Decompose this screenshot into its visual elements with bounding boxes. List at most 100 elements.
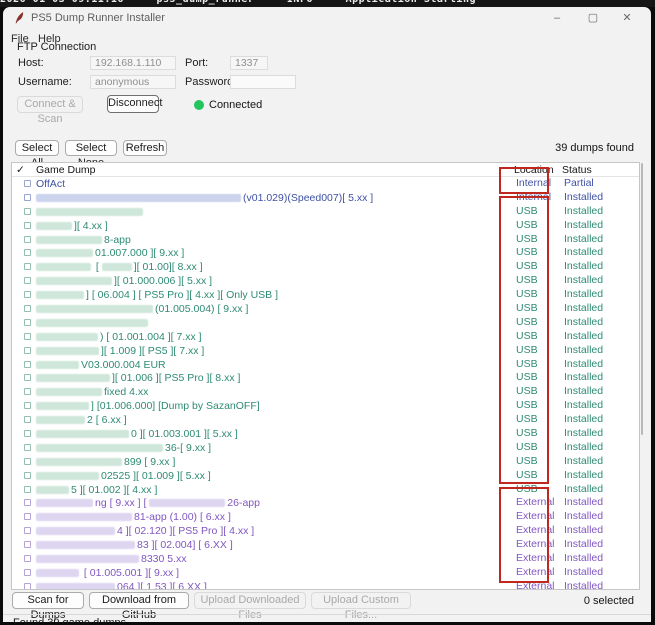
refresh-button[interactable]: Refresh xyxy=(123,140,167,156)
row-checkbox[interactable] xyxy=(24,222,31,229)
row-checkbox[interactable] xyxy=(24,555,31,562)
menu-bar: File Help xyxy=(3,30,651,50)
table-scrollbar[interactable] xyxy=(641,163,643,435)
game-dump-name-text: ][ 01.006 ][ PS5 Pro ][ 8.xx ] xyxy=(112,372,240,384)
redacted-name-blur xyxy=(36,236,102,244)
game-dump-name: 5 ][ 01.002 ][ 4.xx ] xyxy=(36,483,157,497)
row-checkbox[interactable] xyxy=(24,333,31,340)
status-cell: Installed xyxy=(564,302,603,316)
status-cell: Installed xyxy=(564,260,603,274)
game-dump-name: ) [ 01.001.004 ][ 7.xx ] xyxy=(36,330,202,344)
row-checkbox[interactable] xyxy=(24,499,31,506)
row-checkbox[interactable] xyxy=(24,361,31,368)
row-checkbox[interactable] xyxy=(24,374,31,381)
game-dump-name: 4 ][ 02.120 ][ PS5 Pro ][ 4.xx ] xyxy=(36,524,254,538)
row-checkbox[interactable] xyxy=(24,402,31,409)
status-cell: Installed xyxy=(564,469,603,483)
row-checkbox[interactable] xyxy=(24,319,31,326)
status-cell: Installed xyxy=(564,580,603,590)
game-dump-name: ng [ 9.xx ] [ 26-app xyxy=(36,496,260,510)
row-checkbox[interactable] xyxy=(24,180,31,187)
header-check[interactable]: ✓ xyxy=(16,164,25,176)
game-dump-name-text: 064 ][ 1.53 ][ 6.XX ] xyxy=(117,581,207,590)
select-all-button[interactable]: Select All xyxy=(15,140,59,156)
scan-for-dumps-button[interactable]: Scan for Dumps xyxy=(12,592,84,609)
row-checkbox[interactable] xyxy=(24,527,31,534)
row-checkbox[interactable] xyxy=(24,236,31,243)
connect-scan-button[interactable]: Connect & Scan xyxy=(17,96,83,113)
close-button[interactable]: ✕ xyxy=(613,9,641,28)
password-input[interactable] xyxy=(230,75,296,89)
row-checkbox[interactable] xyxy=(24,347,31,354)
status-cell: Installed xyxy=(564,510,603,524)
row-checkbox[interactable] xyxy=(24,583,31,590)
game-dump-name-text: 81-app (1.00) [ 6.xx ] xyxy=(134,511,231,523)
game-dump-name: fixed 4.xx xyxy=(36,385,148,399)
game-dump-name-text: V03.000.004 EUR xyxy=(81,359,166,371)
row-checkbox[interactable] xyxy=(24,277,31,284)
redacted-name-blur xyxy=(36,527,115,535)
header-status[interactable]: Status xyxy=(562,164,592,176)
header-game-dump[interactable]: Game Dump xyxy=(36,164,96,176)
row-checkbox[interactable] xyxy=(24,458,31,465)
status-cell: Installed xyxy=(564,274,603,288)
game-dump-name: 01.007.000 ][ 9.xx ] xyxy=(36,246,184,260)
status-cell: Installed xyxy=(564,441,603,455)
game-dump-name: 83 ][ 02.004] [ 6.XX ] xyxy=(36,538,233,552)
row-checkbox[interactable] xyxy=(24,291,31,298)
game-dump-name-text: ] [ 06.004 ] [ PS5 Pro ][ 4.xx ][ Only U… xyxy=(86,289,278,301)
minimize-button[interactable]: – xyxy=(543,9,571,28)
row-checkbox[interactable] xyxy=(24,513,31,520)
status-cell: Installed xyxy=(564,316,603,330)
redacted-name-blur xyxy=(36,486,69,494)
row-checkbox[interactable] xyxy=(24,486,31,493)
game-dump-name-text: [ 01.005.001 ][ 9.xx ] xyxy=(81,567,179,579)
host-input[interactable] xyxy=(90,56,176,70)
console-log-line: 2026-01-03 09:11:16 ps5_dump_runner INFO… xyxy=(0,0,655,5)
red-annotation-box-usb xyxy=(499,196,549,484)
redacted-name-blur xyxy=(36,374,110,382)
game-dump-name-text: ][ 01.000.006 ][ 5.xx ] xyxy=(114,275,212,287)
row-checkbox[interactable] xyxy=(24,541,31,548)
username-input[interactable] xyxy=(90,75,176,89)
row-checkbox[interactable] xyxy=(24,569,31,576)
game-dump-name-text: ][ 1.009 ][ PS5 ][ 7.xx ] xyxy=(101,345,204,357)
row-checkbox[interactable] xyxy=(24,263,31,270)
row-checkbox[interactable] xyxy=(24,305,31,312)
row-checkbox[interactable] xyxy=(24,208,31,215)
game-dump-name: 064 ][ 1.53 ][ 6.XX ] xyxy=(36,580,207,590)
game-dump-name: 2 [ 6.xx ] xyxy=(36,413,127,427)
row-checkbox[interactable] xyxy=(24,472,31,479)
row-checkbox[interactable] xyxy=(24,430,31,437)
redacted-name-blur xyxy=(36,277,112,285)
redacted-name-blur xyxy=(36,402,89,410)
connected-status-text: Connected xyxy=(209,99,262,111)
username-label: Username: xyxy=(18,76,72,88)
row-checkbox[interactable] xyxy=(24,249,31,256)
disconnect-button[interactable]: Disconnect xyxy=(107,95,159,113)
maximize-button[interactable]: ▢ xyxy=(579,9,607,28)
download-from-github-button[interactable]: Download from GitHub xyxy=(89,592,189,609)
redacted-name-blur xyxy=(36,555,139,563)
game-dump-name-text: [ xyxy=(93,261,102,273)
row-checkbox[interactable] xyxy=(24,194,31,201)
game-dump-name: (v01.029)(Speed007)[ 5.xx ] xyxy=(36,191,373,205)
status-cell: Installed xyxy=(564,191,603,205)
upload-downloaded-files-button[interactable]: Upload Downloaded Files xyxy=(194,592,306,609)
select-none-button[interactable]: Select None xyxy=(65,140,117,156)
port-input[interactable] xyxy=(230,56,268,70)
status-cell: Installed xyxy=(564,399,603,413)
row-checkbox[interactable] xyxy=(24,416,31,423)
game-dump-name-text: ] [01.006.000] [Dump by SazanOFF] xyxy=(91,400,260,412)
redacted-name-blur xyxy=(36,194,241,202)
status-cell: Installed xyxy=(564,552,603,566)
row-checkbox[interactable] xyxy=(24,388,31,395)
status-cell: Installed xyxy=(564,344,603,358)
redacted-name-blur xyxy=(36,347,99,355)
game-dump-name-text: 5 ][ 01.002 ][ 4.xx ] xyxy=(71,484,157,496)
redacted-name-blur xyxy=(36,305,153,313)
row-checkbox[interactable] xyxy=(24,444,31,451)
game-dump-name-text: ng [ 9.xx ] [ xyxy=(95,497,149,509)
game-dump-name-text: 8330 5.xx xyxy=(141,553,187,565)
upload-custom-files-button[interactable]: Upload Custom Files... xyxy=(311,592,411,609)
